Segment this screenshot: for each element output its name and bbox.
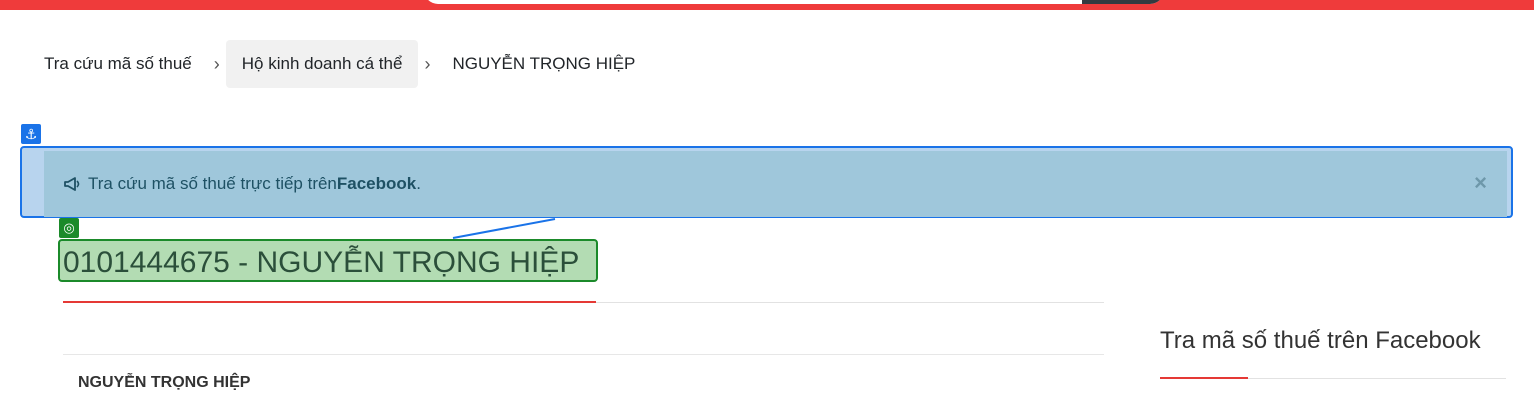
target-icon: ◎: [59, 218, 79, 238]
sidebar-accent-line: [1160, 377, 1248, 379]
company-name-label: NGUYỄN TRỌNG HIỆP: [78, 374, 251, 391]
section-divider: [63, 354, 1104, 355]
page-title: 0101444675 - NGUYỄN TRỌNG HIỆP: [63, 246, 580, 279]
sidebar-title: Tra mã số thuế trên Facebook: [1160, 327, 1481, 354]
title-accent-line: [63, 301, 596, 303]
